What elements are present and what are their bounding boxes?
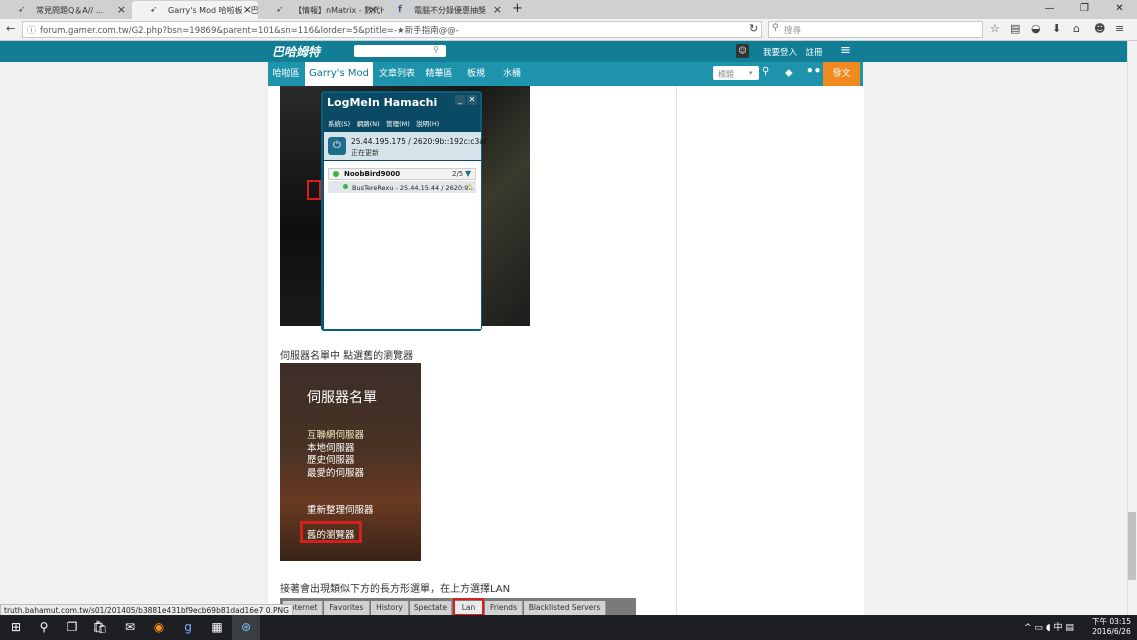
browser-tab-3[interactable]: ➹ 【情報】nMatrix - 數代H... ×	[258, 1, 384, 19]
ime-indicator[interactable]: 中	[1053, 623, 1062, 633]
online-status-icon	[333, 171, 339, 177]
close-tab-icon[interactable]: ×	[493, 3, 502, 16]
url-text: forum.gamer.com.tw/G2.php?bsn=19869&pare…	[40, 26, 459, 36]
windows-start-icon[interactable]: ⊞	[2, 615, 30, 640]
clock-date: 2016/6/26	[1092, 627, 1131, 636]
server-menu-item: 互聯網伺服器	[307, 430, 365, 441]
taskbar-clock[interactable]: 下午 03:15 2016/6/26	[1092, 617, 1131, 637]
hamachi-ip: 25.44.195.175 / 2620:9b::192c:c3af	[351, 137, 487, 146]
system-tray[interactable]: ^ ▭ ◖ 中 ▤	[1024, 620, 1074, 633]
game-menu-strip	[280, 86, 322, 326]
server-tab-favorites: Favorites	[324, 601, 370, 615]
hamachi-close-icon: ✕	[467, 95, 477, 105]
media-icon[interactable]: ▦	[203, 615, 231, 640]
site-menu-icon[interactable]: ≡	[840, 43, 851, 58]
site-logo[interactable]: 巴哈姆特	[272, 43, 320, 60]
chevron-down-icon: ▼	[465, 169, 472, 178]
message-icon[interactable]: ▭	[1034, 623, 1043, 633]
notification-icon[interactable]: ▤	[1065, 623, 1074, 633]
subnav-item-bucket[interactable]: 水桶	[495, 62, 529, 86]
pocket-icon[interactable]: ◒	[1031, 22, 1041, 35]
caption-server-list: 伺服器名單中 點選舊的瀏覽器	[280, 351, 414, 362]
home-icon[interactable]: ⌂	[1073, 22, 1080, 35]
hamachi-title: LogMeIn Hamachi	[327, 96, 438, 109]
minimize-button[interactable]: —	[1032, 0, 1067, 18]
peer-status-icon	[343, 184, 348, 189]
store-icon[interactable]: 🛍	[86, 615, 114, 640]
server-tab-friends: Friends	[485, 601, 523, 615]
search-icon[interactable]: ⚲	[30, 615, 58, 640]
subnav-item-garrys-mod[interactable]: Garry's Mod	[305, 62, 373, 86]
hamachi-peer-name: BusTereRexu - 25.44.15.44 / 2620:9...	[352, 184, 475, 192]
subnav-item-forum[interactable]: 哈啦區	[268, 62, 304, 86]
bahamut-favicon-icon: ➹	[276, 5, 284, 15]
server-menu-legacy-browser: 舊的瀏覽器	[307, 530, 355, 541]
close-window-button[interactable]: ✕	[1102, 0, 1137, 18]
hamachi-menu: 系統(S) 網路(N) 管理(M) 說明(H)	[328, 120, 440, 128]
server-menu-item: 歷史伺服器	[307, 455, 355, 466]
app-g-icon[interactable]: g	[174, 615, 202, 640]
server-menu-refresh: 重新整理伺服器	[307, 505, 374, 516]
chevron-up-icon[interactable]: ^	[1024, 623, 1032, 633]
smiley-icon[interactable]: ☻	[1094, 22, 1105, 35]
site-search-icon[interactable]: ⚲	[433, 45, 439, 54]
tab-title: 常見問題Q＆A// ...	[36, 6, 104, 15]
firefox-icon[interactable]: ◉	[145, 615, 173, 640]
search-placeholder: 搜尋	[784, 26, 802, 36]
server-tab-blacklisted: Blacklisted Servers	[524, 601, 606, 615]
new-tab-button[interactable]: +	[512, 1, 523, 16]
hamachi-network-name: NoobBird9000	[344, 170, 401, 178]
tag-icon[interactable]: ⬥	[785, 66, 793, 80]
back-arrow-icon[interactable]: ←	[6, 22, 15, 35]
avatar-icon[interactable]: ☺	[736, 44, 749, 58]
mail-icon[interactable]: ✉	[116, 615, 144, 640]
bahamut-favicon-icon: ➹	[150, 5, 158, 15]
volume-icon[interactable]: ◖	[1046, 623, 1051, 633]
right-sidebar	[676, 85, 864, 615]
hamachi-status: 正在更新	[351, 149, 379, 157]
facebook-favicon-icon: f	[398, 5, 402, 15]
subnav-item-article-list[interactable]: 文章列表	[375, 62, 419, 86]
browser-tab-4[interactable]: f 電腦不分錄優惠抽獎 ×	[384, 1, 508, 19]
server-tab-history: History	[371, 601, 409, 615]
caption-lan: 接著會出現類似下方的長方形選單，在上方選擇LAN	[280, 584, 511, 595]
server-tab-spectate: Spectate	[410, 601, 452, 615]
menu-hamburger-icon[interactable]: ≡	[1115, 22, 1124, 35]
task-view-icon[interactable]: ❐	[58, 615, 86, 640]
restore-button[interactable]: ❐	[1067, 0, 1102, 18]
post-button[interactable]: 發文	[823, 62, 860, 86]
tab-title: 電腦不分錄優惠抽獎	[414, 6, 486, 15]
board-search-icon[interactable]: ⚲	[762, 66, 769, 77]
highlight-box	[453, 598, 484, 616]
info-icon[interactable]: ⓘ	[27, 23, 36, 36]
close-tab-icon[interactable]: ×	[117, 3, 126, 16]
power-icon: ⏻	[328, 137, 346, 155]
highlight-box	[307, 180, 321, 200]
subnav-item-rules[interactable]: 板規	[459, 62, 493, 86]
user-links[interactable]: 我要登入 註冊	[763, 46, 823, 58]
window-controls: — ❐ ✕	[1032, 0, 1137, 19]
close-tab-icon[interactable]: ×	[369, 3, 378, 16]
search-icon: ⚲	[772, 23, 779, 33]
bookmark-star-icon[interactable]: ☆	[990, 22, 1000, 35]
browser-tab-2[interactable]: ➹ Garry's Mod 哈啦板 - 巴... ×	[132, 1, 258, 19]
warning-icon: ⚠	[466, 182, 474, 191]
board-search-placeholder: 標題	[718, 70, 734, 79]
server-menu-item: 最愛的伺服器	[307, 468, 365, 479]
clock-time: 下午 03:15	[1092, 617, 1131, 626]
subnav-item-featured[interactable]: 精華區	[421, 62, 457, 86]
hamachi-minimize-icon: _	[455, 95, 465, 105]
site-header	[0, 41, 1137, 62]
scrollbar-thumb[interactable]	[1128, 512, 1136, 580]
reading-list-icon[interactable]: ▤	[1010, 22, 1020, 35]
bahamut-favicon-icon: ➹	[18, 5, 26, 15]
browser-tab-1[interactable]: ➹ 常見問題Q＆A// ... ×	[0, 1, 132, 19]
download-icon[interactable]: ⬇	[1052, 22, 1061, 35]
hamachi-network-count: 2/5	[452, 170, 464, 178]
chevron-down-icon[interactable]: ▾	[749, 69, 753, 77]
hamachi-taskbar-icon[interactable]: ⊛	[232, 615, 260, 640]
server-menu-title: 伺服器名單	[307, 390, 377, 406]
close-tab-icon[interactable]: ×	[243, 3, 252, 16]
reload-icon[interactable]: ↻	[749, 22, 758, 35]
